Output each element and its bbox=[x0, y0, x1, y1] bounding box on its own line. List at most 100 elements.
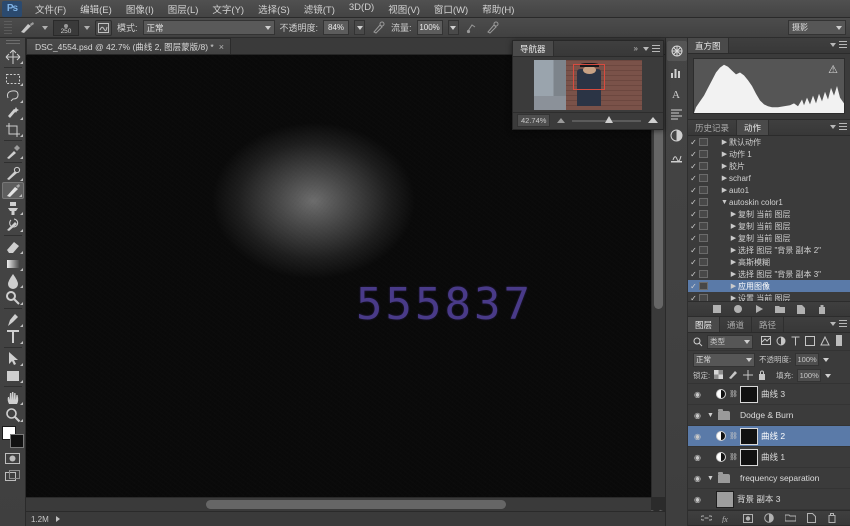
action-row[interactable]: ✓▶复制 当前 图层 bbox=[688, 232, 850, 244]
lock-transparent-icon[interactable] bbox=[714, 370, 723, 381]
delete-icon[interactable] bbox=[816, 304, 827, 314]
navigator-thumbnail-area[interactable] bbox=[513, 57, 663, 112]
menu-item-3[interactable]: 图层(L) bbox=[161, 0, 206, 18]
filter-type-icon[interactable] bbox=[791, 336, 800, 348]
tools-panel-grip[interactable] bbox=[6, 40, 20, 46]
action-row[interactable]: ✓▶设置 当前 图层 bbox=[688, 292, 850, 301]
menu-item-9[interactable]: 窗口(W) bbox=[427, 0, 475, 18]
action-dialog-toggle[interactable] bbox=[699, 210, 708, 218]
move-tool[interactable] bbox=[2, 48, 24, 65]
action-expand-icon[interactable]: ▶ bbox=[720, 162, 729, 170]
background-color-swatch[interactable] bbox=[10, 434, 24, 448]
menu-item-10[interactable]: 帮助(H) bbox=[475, 0, 521, 18]
new-adjustment-icon[interactable] bbox=[764, 513, 775, 523]
blur-tool[interactable] bbox=[2, 272, 24, 289]
color-chips[interactable] bbox=[2, 426, 24, 448]
action-expand-icon[interactable]: ▶ bbox=[729, 246, 738, 254]
opacity-pressure-icon[interactable] bbox=[370, 20, 386, 36]
layer-mask-thumbnail[interactable] bbox=[740, 449, 758, 466]
layers-panel-menu[interactable] bbox=[830, 320, 847, 327]
canvas-horizontal-scrollbar[interactable] bbox=[26, 497, 651, 511]
clone-stamp-tool[interactable] bbox=[2, 199, 24, 216]
new-layer-icon[interactable] bbox=[806, 513, 817, 523]
action-toggle-icon[interactable]: ✓ bbox=[688, 138, 699, 147]
layer-thumbnail[interactable] bbox=[716, 491, 734, 508]
lock-all-icon[interactable] bbox=[758, 370, 766, 382]
eyedropper-tool[interactable] bbox=[2, 143, 24, 160]
brush-preview-icon[interactable] bbox=[17, 20, 37, 35]
opacity-stepper[interactable] bbox=[354, 20, 365, 35]
action-expand-icon[interactable]: ▶ bbox=[729, 294, 738, 301]
add-mask-icon[interactable] bbox=[743, 513, 754, 523]
menu-item-5[interactable]: 选择(S) bbox=[251, 0, 297, 18]
layer-style-icon[interactable]: fx bbox=[722, 513, 733, 523]
brush-tool[interactable] bbox=[2, 182, 24, 199]
zoom-slider-handle[interactable] bbox=[605, 116, 613, 123]
action-row[interactable]: ✓▶选择 图层 "背景 副本 3" bbox=[688, 268, 850, 280]
action-toggle-icon[interactable]: ✓ bbox=[688, 198, 699, 207]
quick-mask-button[interactable] bbox=[2, 450, 24, 467]
action-row[interactable]: ✓▶复制 当前 图层 bbox=[688, 208, 850, 220]
action-expand-icon[interactable]: ▶ bbox=[729, 282, 738, 290]
histogram-warning-icon[interactable]: ⚠ bbox=[828, 63, 838, 76]
group-expand-icon[interactable]: ▼ bbox=[707, 475, 715, 482]
action-row[interactable]: ✓▼autoskin color1 bbox=[688, 196, 850, 208]
paragraph-panel-icon[interactable] bbox=[667, 104, 687, 124]
group-expand-icon[interactable]: ▼ bbox=[707, 412, 715, 419]
lock-paint-icon[interactable] bbox=[728, 370, 738, 381]
delete-layer-icon[interactable] bbox=[827, 513, 838, 523]
brush-size-chevron-icon[interactable] bbox=[84, 26, 90, 30]
menu-item-0[interactable]: 文件(F) bbox=[28, 0, 73, 18]
filter-pixel-icon[interactable] bbox=[761, 336, 771, 347]
action-row[interactable]: ✓▶复制 当前 图层 bbox=[688, 220, 850, 232]
marquee-tool[interactable] bbox=[2, 70, 24, 87]
menu-item-2[interactable]: 图像(I) bbox=[119, 0, 161, 18]
zoom-tool[interactable] bbox=[2, 406, 24, 423]
action-dialog-toggle[interactable] bbox=[699, 270, 708, 278]
layers-list[interactable]: ◉⛓曲线 3◉▼Dodge & Burn◉⛓曲线 2◉⛓曲线 1◉▼freque… bbox=[688, 384, 850, 510]
action-toggle-icon[interactable]: ✓ bbox=[688, 222, 699, 231]
new-set-icon[interactable] bbox=[774, 304, 785, 314]
chevron-down-icon[interactable] bbox=[825, 374, 831, 378]
crop-tool[interactable] bbox=[2, 121, 24, 138]
filter-adjustment-icon[interactable] bbox=[776, 336, 786, 348]
layer-mask-thumbnail[interactable] bbox=[740, 386, 758, 403]
menu-item-6[interactable]: 滤镜(T) bbox=[297, 0, 342, 18]
action-toggle-icon[interactable]: ✓ bbox=[688, 186, 699, 195]
action-dialog-toggle[interactable] bbox=[699, 222, 708, 230]
action-toggle-icon[interactable]: ✓ bbox=[688, 294, 699, 302]
navigator-view-box[interactable] bbox=[573, 64, 605, 90]
link-icon[interactable]: ⛓ bbox=[729, 432, 737, 440]
zoom-in-icon[interactable] bbox=[647, 115, 659, 126]
action-dialog-toggle[interactable] bbox=[699, 174, 708, 182]
chevron-down-icon[interactable] bbox=[823, 358, 829, 362]
record-icon[interactable] bbox=[732, 304, 743, 314]
action-dialog-toggle[interactable] bbox=[699, 246, 708, 254]
action-row[interactable]: ✓▶scharf bbox=[688, 172, 850, 184]
action-expand-icon[interactable]: ▶ bbox=[729, 234, 738, 242]
layer-fill-input[interactable]: 100% bbox=[797, 369, 821, 382]
layer-visibility-icon[interactable]: ◉ bbox=[691, 411, 704, 420]
tab-channels[interactable]: 通道 bbox=[720, 317, 752, 332]
shape-tool[interactable] bbox=[2, 367, 24, 384]
tab-actions[interactable]: 动作 bbox=[737, 120, 769, 135]
action-toggle-icon[interactable]: ✓ bbox=[688, 174, 699, 183]
layer-opacity-input[interactable]: 100% bbox=[795, 353, 819, 366]
eraser-tool[interactable] bbox=[2, 238, 24, 255]
gradient-tool[interactable] bbox=[2, 255, 24, 272]
action-toggle-icon[interactable]: ✓ bbox=[688, 150, 699, 159]
tab-histogram[interactable]: 直方图 bbox=[688, 38, 729, 53]
action-toggle-icon[interactable]: ✓ bbox=[688, 282, 699, 291]
action-toggle-icon[interactable]: ✓ bbox=[688, 234, 699, 243]
brush-size-field[interactable]: 250 bbox=[53, 20, 79, 36]
healing-brush-tool[interactable] bbox=[2, 165, 24, 182]
link-layers-icon[interactable] bbox=[701, 513, 712, 523]
action-row[interactable]: ✓▶默认动作 bbox=[688, 136, 850, 148]
history-brush-tool[interactable] bbox=[2, 216, 24, 233]
link-icon[interactable]: ⛓ bbox=[729, 390, 737, 398]
workspace-select[interactable]: 摄影 bbox=[788, 20, 846, 35]
menu-item-8[interactable]: 视图(V) bbox=[381, 0, 427, 18]
action-toggle-icon[interactable]: ✓ bbox=[688, 162, 699, 171]
actions-panel-menu[interactable] bbox=[830, 123, 847, 130]
layer-row[interactable]: ◉⛓曲线 1 bbox=[688, 447, 850, 468]
